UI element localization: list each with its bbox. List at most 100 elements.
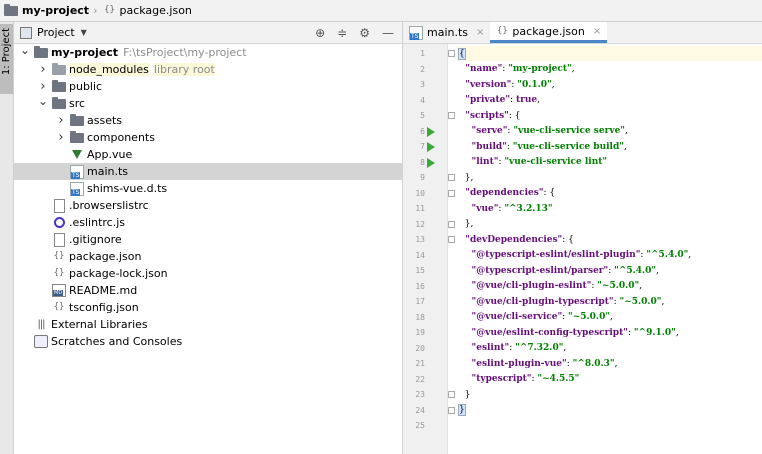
tree-item[interactable]: main.ts	[14, 163, 444, 180]
code-text: "@vue/eslint-config-typescript": "^9.1.0…	[459, 328, 679, 338]
tree-item[interactable]: .eslintrc.js	[14, 214, 426, 231]
line-number: 18	[415, 312, 425, 322]
fold-marker-icon[interactable]	[448, 50, 455, 57]
fold-marker-icon[interactable]	[448, 391, 455, 398]
tree-item[interactable]: › public	[14, 78, 426, 95]
tree-item[interactable]: ||| External Libraries	[14, 316, 408, 333]
tab-package-json[interactable]: {} package.json ×	[490, 22, 608, 43]
code-token: "^5.4.0"	[614, 265, 657, 276]
tree-item[interactable]: shims-vue.d.ts	[14, 180, 444, 197]
tree-item[interactable]: Scratches and Consoles	[14, 333, 408, 350]
code-text: },	[459, 219, 474, 229]
tree-item[interactable]: .browserslistrc	[14, 197, 426, 214]
code-text: "name": "my-project",	[459, 64, 575, 74]
code-token: ,	[571, 64, 575, 74]
code-token: ,	[563, 343, 567, 353]
run-icon[interactable]	[427, 126, 435, 137]
tree-item[interactable]: ⌄ my-project F:\tsProject\my-project	[14, 43, 408, 61]
tree-item-icon-wrap: {}	[52, 250, 66, 263]
tree-item[interactable]: App.vue	[14, 146, 444, 163]
tree-item-label: App.vue	[87, 148, 133, 161]
tree-item[interactable]: .gitignore	[14, 231, 426, 248]
chevron-right-icon[interactable]: ›	[56, 113, 66, 128]
tree-item-icon-wrap: {}	[52, 301, 66, 314]
code-token: },	[459, 172, 474, 183]
code-token: "~5.0.0"	[597, 281, 640, 291]
fold-marker-icon[interactable]	[448, 112, 455, 119]
breadcrumb-project[interactable]: my-project	[4, 3, 90, 17]
code-token: : {	[508, 110, 521, 121]
code-token: "eslint"	[459, 343, 510, 353]
tree-item-icon-wrap	[70, 164, 84, 179]
close-icon[interactable]: ×	[593, 26, 601, 37]
tree-item[interactable]: › node_modules library root	[14, 61, 426, 78]
line-number: 7	[420, 142, 425, 151]
code-line: 10 "dependencies": {	[403, 186, 762, 201]
tree-item[interactable]: › components	[14, 129, 444, 146]
code-token: "name"	[459, 64, 503, 74]
json-file-icon: {}	[53, 251, 65, 261]
collapse-all-icon[interactable]: ≑	[337, 26, 347, 40]
line-number: 19	[415, 328, 425, 337]
chevron-down-icon[interactable]: ⌄	[38, 94, 48, 108]
run-icon[interactable]	[427, 142, 435, 152]
code-line: 17 "@vue/cli-plugin-typescript": "~5.0.0…	[403, 294, 762, 309]
code-token: ,	[537, 95, 540, 105]
tree-item-icon-wrap	[70, 150, 84, 159]
tree-item-label: Scratches and Consoles	[51, 335, 183, 348]
project-tool-tab[interactable]: 1: Project	[0, 24, 13, 94]
tree-item-path: library root	[153, 63, 215, 76]
tree-item-label: public	[69, 80, 103, 93]
breadcrumb-project-label: my-project	[22, 4, 90, 17]
code-token: ,	[551, 79, 555, 90]
breadcrumb-file[interactable]: {} package.json	[103, 4, 192, 17]
fold-marker-icon[interactable]	[448, 236, 455, 243]
tree-item[interactable]: {} package.json	[14, 248, 426, 265]
tree-item[interactable]: README.md	[14, 282, 426, 299]
fold-marker-icon[interactable]	[448, 174, 455, 181]
code-line: 25	[403, 418, 762, 433]
code-token: "~5.0.0"	[619, 296, 662, 307]
tree-item-label: tsconfig.json	[69, 301, 139, 314]
tree-item[interactable]: › assets	[14, 112, 444, 129]
code-token: "^5.4.0"	[646, 250, 689, 260]
hide-panel-icon[interactable]: —	[382, 26, 394, 40]
typescript-file-icon	[70, 164, 84, 179]
code-line: 22 "typescript": "~4.5.5"	[403, 372, 762, 387]
code-line: 24}	[403, 403, 762, 418]
tab-main-ts[interactable]: main.ts ×	[403, 22, 490, 43]
json-file-icon: {}	[104, 5, 115, 15]
code-token: "dependencies"	[459, 188, 544, 198]
close-icon[interactable]: ×	[476, 27, 484, 38]
tree-item[interactable]: {} tsconfig.json	[14, 299, 426, 316]
code-text: },	[459, 172, 474, 183]
fold-marker-icon[interactable]	[448, 189, 455, 197]
fold-marker-icon[interactable]	[448, 220, 455, 228]
chevron-down-icon[interactable]: ▼	[81, 28, 87, 37]
line-number: 12	[415, 219, 425, 229]
fold-marker-icon[interactable]	[448, 406, 455, 414]
run-icon[interactable]	[427, 157, 435, 168]
chevron-right-icon[interactable]: ›	[38, 62, 48, 77]
locate-file-icon[interactable]: ⊕	[315, 26, 325, 40]
gear-icon[interactable]: ⚙	[359, 26, 370, 40]
tree-item-icon-wrap	[52, 217, 66, 228]
chevron-right-icon[interactable]: ›	[56, 130, 66, 145]
code-token: }	[459, 389, 471, 400]
code-text: "build": "vue-cli-service build",	[459, 142, 627, 152]
chevron-down-icon[interactable]: ⌄	[20, 43, 30, 57]
line-number: 3	[420, 80, 425, 89]
code-token: "^3.2.13"	[504, 203, 553, 214]
chevron-right-icon[interactable]: ›	[38, 79, 48, 94]
line-number: 22	[415, 374, 425, 384]
code-editor[interactable]: 1{2 "name": "my-project", 3 "version": "0…	[403, 44, 762, 454]
project-view-selector[interactable]: Project	[37, 26, 75, 39]
typescript-file-icon	[70, 181, 84, 196]
code-text: "@typescript-eslint/parser": "^5.4.0",	[459, 266, 659, 276]
folder-icon	[70, 113, 84, 126]
tree-item[interactable]: ⌄ src	[14, 94, 426, 112]
code-token: "@typescript-eslint/eslint-plugin"	[459, 250, 641, 260]
tree-item[interactable]: {} package-lock.json	[14, 265, 426, 282]
code-token: "@vue/cli-plugin-eslint"	[459, 281, 592, 291]
tree-item-label: External Libraries	[51, 318, 148, 331]
